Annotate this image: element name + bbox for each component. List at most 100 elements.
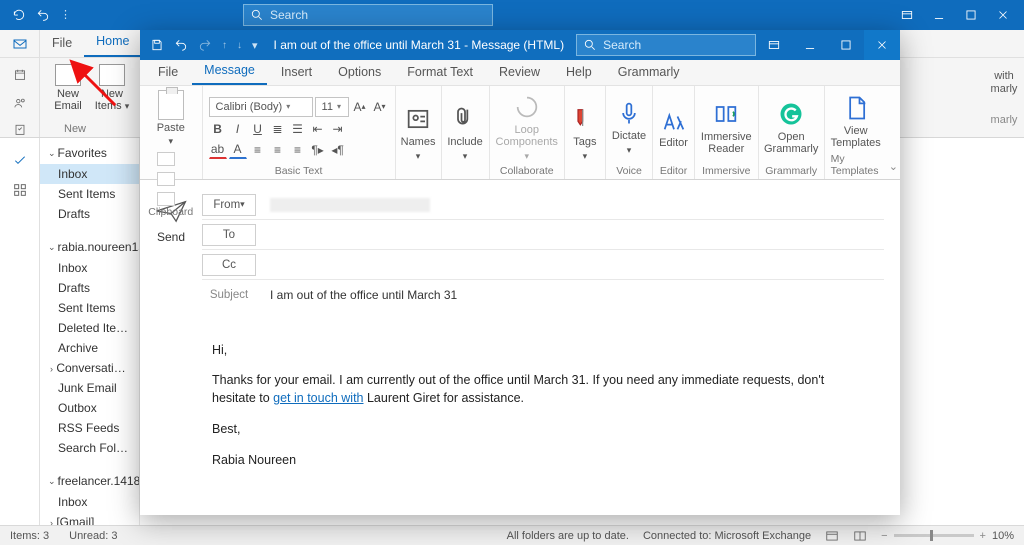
refresh-icon[interactable] <box>12 8 26 22</box>
save-icon[interactable] <box>150 38 164 52</box>
ctab-options[interactable]: Options <box>326 60 393 85</box>
indent-icon[interactable]: ⇤ <box>309 120 327 138</box>
numbering-icon[interactable]: ☰ <box>289 120 307 138</box>
underline-button[interactable]: U <box>249 120 267 138</box>
compose-search-box[interactable]: Search <box>576 34 756 56</box>
ltr-icon[interactable]: ¶▸ <box>309 141 327 159</box>
tab-file[interactable]: File <box>40 30 84 57</box>
compose-maximize-icon[interactable] <box>828 30 864 60</box>
font-size-combo[interactable]: 11▾ <box>315 97 349 117</box>
new-items-button[interactable]: New Items ▾ <box>92 64 132 135</box>
ctab-format[interactable]: Format Text <box>395 60 485 85</box>
cut-icon[interactable] <box>157 152 175 166</box>
maximize-icon[interactable] <box>964 8 978 22</box>
italic-button[interactable]: I <box>229 120 247 138</box>
a1-outbox[interactable]: Outbox <box>40 398 139 418</box>
tab-home[interactable]: Home <box>84 28 141 57</box>
paste-button[interactable]: Paste▾ <box>157 90 185 147</box>
message-body[interactable]: Hi, Thanks for your email. I am currentl… <box>202 310 884 491</box>
ctab-insert[interactable]: Insert <box>269 60 324 85</box>
zoom-control[interactable]: −+ 10% <box>881 530 1014 542</box>
names-button[interactable]: Names▾ <box>401 90 436 177</box>
favorites-header[interactable]: ⌄Favorites <box>40 142 139 164</box>
view-templates-button[interactable]: View Templates <box>831 90 881 153</box>
fav-sent[interactable]: Sent Items <box>40 184 139 204</box>
rtl-icon[interactable]: ◂¶ <box>329 141 347 159</box>
view-normal-icon[interactable] <box>825 529 839 543</box>
undo-icon[interactable] <box>36 8 50 22</box>
account1-header[interactable]: ⌄rabia.noureen15@ <box>40 236 139 258</box>
immersive-reader-button[interactable]: Immersive Reader <box>701 90 752 165</box>
people-rail-icon[interactable] <box>12 96 28 110</box>
a1-search[interactable]: Search Folders <box>40 438 139 458</box>
from-button[interactable]: From ▾ <box>202 194 256 216</box>
calendar-rail-icon[interactable] <box>12 68 28 82</box>
highlight-icon[interactable]: ab <box>209 141 227 159</box>
fav-drafts[interactable]: Drafts <box>40 204 139 224</box>
compose-minimize-icon[interactable] <box>792 30 828 60</box>
font-color-icon[interactable]: A <box>229 141 247 159</box>
mail-rail-icon[interactable] <box>0 30 40 57</box>
account2-header[interactable]: ⌄freelancer.14183@ <box>40 470 139 492</box>
open-grammarly-button[interactable]: Open Grammarly <box>764 90 818 165</box>
to-button[interactable]: To <box>202 224 256 246</box>
todo-rail-icon[interactable] <box>12 152 28 168</box>
redo-icon[interactable] <box>198 38 212 52</box>
status-sync: All folders are up to date. <box>507 530 629 542</box>
bullets-icon[interactable]: ≣ <box>269 120 287 138</box>
undo-icon[interactable] <box>174 38 188 52</box>
font-family-combo[interactable]: Calibri (Body)▾ <box>209 97 313 117</box>
new-group-label: New <box>64 123 86 135</box>
dictate-button[interactable]: Dictate▾ <box>612 90 646 165</box>
align-left-icon[interactable]: ≡ <box>249 141 267 159</box>
cc-button[interactable]: Cc <box>202 254 256 276</box>
fav-inbox[interactable]: Inbox <box>40 164 139 184</box>
align-right-icon[interactable]: ≡ <box>289 141 307 159</box>
bold-button[interactable]: B <box>209 120 227 138</box>
view-reading-icon[interactable] <box>853 529 867 543</box>
compose-close-icon[interactable] <box>864 30 900 60</box>
a1-junk[interactable]: Junk Email <box>40 378 139 398</box>
a2-gmail[interactable]: › [Gmail] <box>40 512 139 525</box>
shrink-font-icon[interactable]: A▾ <box>371 98 389 116</box>
a1-inbox[interactable]: Inbox <box>40 258 139 278</box>
include-button[interactable]: Include▾ <box>447 90 482 177</box>
from-value <box>270 198 430 212</box>
outdent-icon[interactable]: ⇥ <box>329 120 347 138</box>
more-apps-rail-icon[interactable] <box>12 182 28 198</box>
ctab-help[interactable]: Help <box>554 60 604 85</box>
collapse-ribbon-icon[interactable]: ⌄ <box>887 86 900 179</box>
a1-conversation[interactable]: › Conversation History <box>40 358 139 378</box>
compose-title-text: I am out of the office until March 31 - … <box>274 38 565 52</box>
ribbon-mode-icon[interactable] <box>900 8 914 22</box>
a1-rss[interactable]: RSS Feeds <box>40 418 139 438</box>
a1-sent[interactable]: Sent Items <box>40 298 139 318</box>
loop-components-button[interactable]: Loop Components▾ <box>496 90 558 165</box>
ctab-message[interactable]: Message <box>192 58 267 85</box>
align-center-icon[interactable]: ≡ <box>269 141 287 159</box>
immersive-label: Immersive <box>702 165 750 177</box>
get-in-touch-link[interactable]: get in touch with <box>273 391 363 405</box>
editor-button[interactable]: Editor <box>659 90 688 165</box>
format-painter-icon[interactable] <box>157 192 175 206</box>
qat-more-icon[interactable]: ▾ <box>252 39 258 52</box>
ribbon-display-icon[interactable] <box>756 30 792 60</box>
a1-drafts[interactable]: Drafts <box>40 278 139 298</box>
collaborate-label: Collaborate <box>500 165 554 177</box>
subject-field[interactable]: I am out of the office until March 31 <box>270 288 884 302</box>
qat-overflow-icon[interactable]: ⋮ <box>60 8 71 22</box>
copy-icon[interactable] <box>157 172 175 186</box>
a1-archive[interactable]: Archive <box>40 338 139 358</box>
close-icon[interactable] <box>996 8 1010 22</box>
a2-inbox[interactable]: Inbox <box>40 492 139 512</box>
grow-font-icon[interactable]: A▴ <box>351 98 369 116</box>
ctab-grammarly[interactable]: Grammarly <box>606 60 692 85</box>
minimize-icon[interactable] <box>932 8 946 22</box>
a1-deleted[interactable]: Deleted Items <box>40 318 139 338</box>
grammarly-label: Grammarly <box>765 165 817 177</box>
ctab-review[interactable]: Review <box>487 60 552 85</box>
ctab-file[interactable]: File <box>146 60 190 85</box>
main-search-box[interactable]: Search <box>243 4 493 26</box>
tags-button[interactable]: Tags▾ <box>571 90 599 177</box>
tasks-rail-icon[interactable] <box>12 123 28 137</box>
